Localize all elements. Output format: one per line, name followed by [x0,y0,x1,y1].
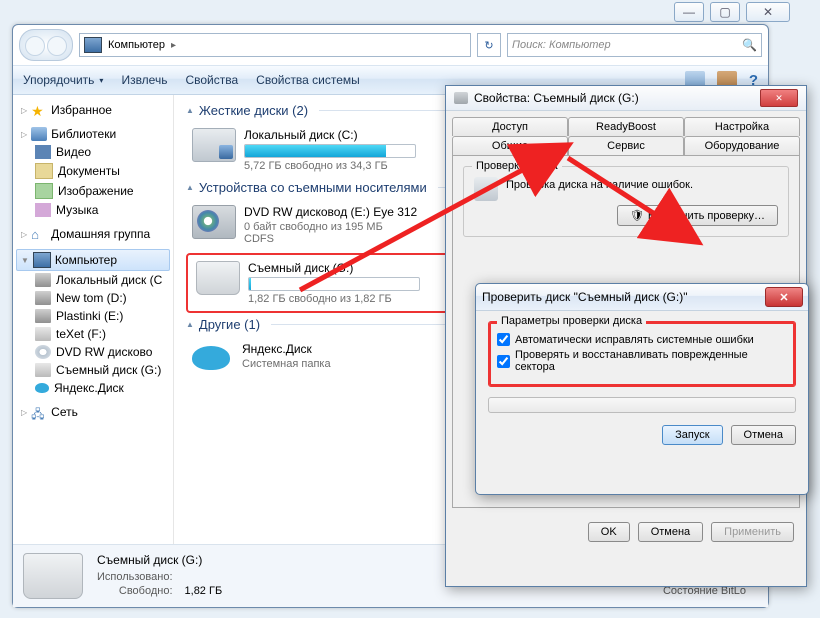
sidebar-favorites[interactable]: ▷★Избранное [13,101,173,119]
progress-bar [488,397,796,413]
tab-customize[interactable]: Настройка [684,117,800,136]
start-button[interactable]: Запуск [662,425,722,445]
drive-icon [454,92,468,104]
dvd-icon [192,205,236,239]
close-icon[interactable]: ✕ [760,89,798,107]
dialog-title: Проверить диск "Съемный диск (G:)" [482,290,687,304]
tab-access[interactable]: Доступ [452,117,568,136]
address-field[interactable]: Компьютер ▸ [79,33,471,57]
sidebar-item-yandex[interactable]: Яндекс.Диск [13,379,173,397]
extract-button[interactable]: Извлечь [121,73,167,87]
apply-button[interactable]: Применить [711,522,794,542]
auto-fix-checkbox[interactable]: Автоматически исправлять системные ошибк… [497,333,787,346]
tab-tools[interactable]: Сервис [568,136,684,155]
sidebar-item-d[interactable]: New tom (D:) [13,289,173,307]
recover-sectors-checkbox[interactable]: Проверять и восстанавливать поврежденные… [497,349,787,373]
sidebar-item-video[interactable]: Видео [13,143,173,161]
yandex-disk-icon [192,342,234,374]
search-input[interactable]: Поиск: Компьютер [507,33,762,57]
dialog-buttons: OK Отмена Применить [446,514,806,550]
sidebar-libraries[interactable]: ▷Библиотеки [13,125,173,143]
computer-icon [84,37,102,53]
minimize-button[interactable]: — [674,2,704,22]
cancel-button[interactable]: Отмена [731,425,796,445]
usage-bar [244,144,416,158]
ok-button[interactable]: OK [588,522,630,542]
address-bar: Компьютер ▸ ↻ Поиск: Компьютер [13,25,768,65]
section-desc: Проверка диска на наличие ошибок. [474,179,778,191]
sidebar-item-documents[interactable]: Документы [13,161,173,181]
sidebar-item-f[interactable]: teXet (F:) [13,325,173,343]
cancel-button[interactable]: Отмена [638,522,703,542]
chevron-right-icon: ▸ [171,40,176,51]
close-icon[interactable]: ✕ [765,287,803,307]
sidebar-item-e[interactable]: Plastinki (E:) [13,307,173,325]
tab-strip: Доступ ReadyBoost Настройка Общие Сервис… [446,111,806,155]
check-disk-section: Проверка диска Проверка диска на наличие… [463,166,789,237]
sidebar-computer[interactable]: ▼Компьютер [16,249,170,271]
check-options-fieldset: Параметры проверки диска Автоматически и… [488,321,796,387]
close-button[interactable]: ✕ [746,2,790,22]
section-legend: Проверка диска [472,160,562,172]
check-disk-icon [474,177,498,201]
sidebar-item-music[interactable]: Музыка [13,201,173,219]
address-text: Компьютер [108,39,165,51]
nav-back-forward[interactable] [19,29,73,61]
free-label: Свободно: [97,585,173,597]
sidebar-homegroup[interactable]: ▷⌂Домашняя группа [13,225,173,243]
sidebar-item-g[interactable]: Съемный диск (G:) [13,361,173,379]
fieldset-legend: Параметры проверки диска [497,315,646,327]
hdd-icon [192,128,236,162]
usage-bar [248,277,420,291]
properties-button[interactable]: Свойства [185,73,238,87]
bitlocker-label: Состояние BitLo [650,585,746,599]
tab-readyboost[interactable]: ReadyBoost [568,117,684,136]
nav-sidebar: ▷★Избранное ▷Библиотеки Видео Документы … [13,95,174,544]
used-label: Использовано: [97,571,173,583]
organize-menu[interactable]: Упорядочить [23,73,103,87]
usb-icon [196,261,240,295]
dialog-title-bar[interactable]: Проверить диск "Съемный диск (G:)" ✕ [476,284,808,311]
maximize-button[interactable]: ▢ [710,2,740,22]
status-drive-icon [23,553,83,599]
dialog-title: Свойства: Съемный диск (G:) [474,91,639,105]
system-properties-button[interactable]: Свойства системы [256,73,360,87]
window-buttons: — ▢ ✕ [674,2,790,22]
status-title: Съемный диск (G:) [97,553,222,567]
sidebar-item-images[interactable]: Изображение [13,181,173,201]
check-disk-dialog: Проверить диск "Съемный диск (G:)" ✕ Пар… [475,283,809,495]
dialog-title-bar[interactable]: Свойства: Съемный диск (G:) ✕ [446,86,806,111]
run-check-button[interactable]: Выполнить проверку… [617,205,778,226]
sidebar-item-dvd[interactable]: DVD RW дисково [13,343,173,361]
sidebar-item-c[interactable]: Локальный диск (C [13,271,173,289]
tab-hardware[interactable]: Оборудование [684,136,800,155]
tab-general[interactable]: Общие [452,136,568,155]
refresh-button[interactable]: ↻ [477,33,501,57]
sidebar-network[interactable]: ▷🖧Сеть [13,403,173,421]
